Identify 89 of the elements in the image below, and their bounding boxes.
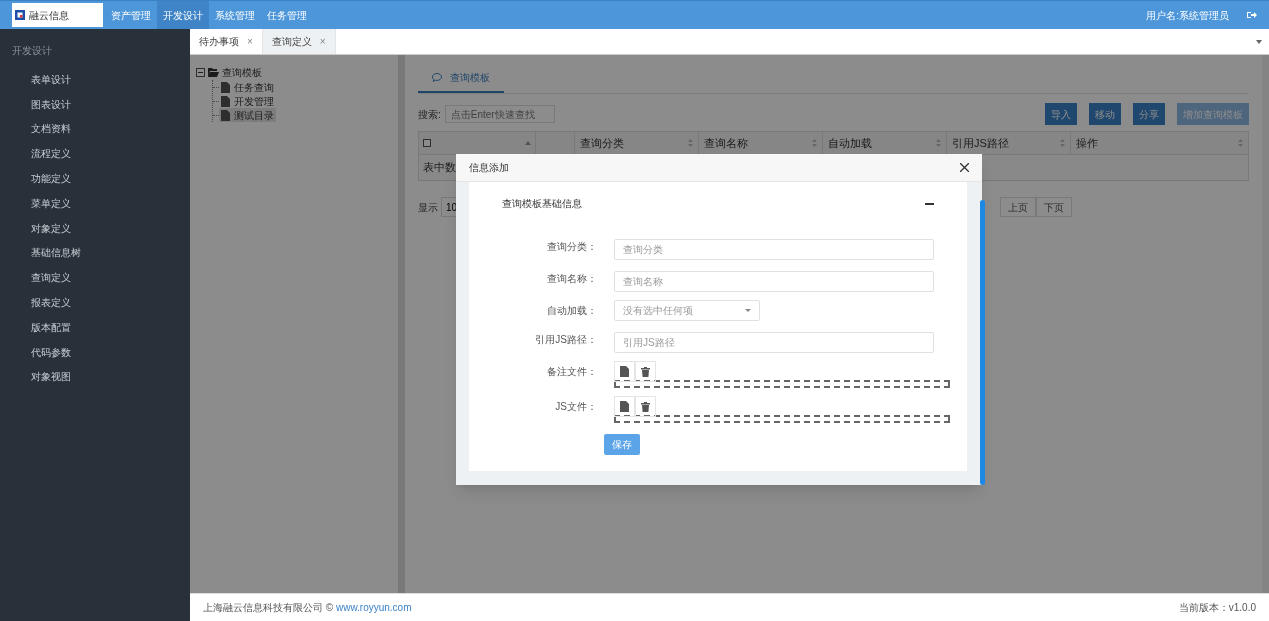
caret-icon <box>745 309 751 312</box>
toolbar-button[interactable]: 移动 <box>1089 103 1121 125</box>
search-label: 搜索: <box>418 107 441 122</box>
sidebar-item[interactable]: 文档资料 <box>0 116 71 142</box>
dropdown[interactable]: 没有选中任何项 <box>614 300 760 321</box>
input-field[interactable]: 引用JS路径 <box>614 332 934 353</box>
page-size-label: 显示 <box>418 200 438 215</box>
nav-tab[interactable]: 系统管理 <box>209 1 261 29</box>
nav-tab[interactable]: 任务管理 <box>261 1 313 29</box>
sort-icon <box>1060 139 1065 147</box>
trash-icon <box>641 401 650 412</box>
close-tab-button[interactable]: × <box>247 34 253 49</box>
sidebar-item[interactable]: 功能定义 <box>0 166 71 191</box>
sidebar-item[interactable]: 查询定义 <box>0 265 71 291</box>
tree-node[interactable]: 测试目录 <box>219 108 276 122</box>
close-tab-button[interactable]: × <box>319 34 326 49</box>
scrollbar[interactable] <box>980 200 985 485</box>
field-label: 查询名称： <box>546 272 597 286</box>
upload-button[interactable] <box>614 396 635 417</box>
file-icon <box>221 109 230 121</box>
empty-table-message: 表中数 <box>423 160 456 176</box>
sidebar-item[interactable]: 流程定义 <box>0 141 71 167</box>
column-header[interactable]: 操作 <box>1076 134 1098 152</box>
tree-node[interactable]: 查询模板 <box>222 65 262 80</box>
sidebar-item[interactable]: 表单设计 <box>0 67 71 92</box>
sidebar-item[interactable]: 代码参数 <box>0 339 71 365</box>
field-label: 引用JS路径： <box>534 333 597 347</box>
sort-icon <box>688 139 693 147</box>
delete-button[interactable] <box>635 361 656 382</box>
logout-button[interactable] <box>1247 11 1257 19</box>
close-button[interactable] <box>960 163 969 172</box>
caret-down-icon <box>1256 39 1262 44</box>
column-header[interactable]: 查询名称 <box>704 134 748 152</box>
sidebar-item[interactable]: 对象视图 <box>0 364 71 390</box>
pagination-button[interactable]: 下页 <box>1036 197 1072 217</box>
copyright-text: 上海融云信息科技有限公司 © www.royyun.com <box>203 601 412 615</box>
input-field[interactable]: 查询名称 <box>614 271 934 292</box>
sidebar-item[interactable]: 图表设计 <box>0 91 71 117</box>
dialog-title: 信息添加 <box>469 161 509 175</box>
toolbar-button[interactable]: 导入 <box>1045 103 1077 125</box>
field-label: 备注文件： <box>546 365 597 379</box>
logo: 融云信息 <box>12 3 103 27</box>
nav-tab[interactable]: 开发设计 <box>157 1 209 29</box>
version-text: 当前版本：v1.0.0 <box>1178 601 1256 615</box>
field-label: 查询分类： <box>546 240 597 254</box>
tree-node[interactable]: 开发管理 <box>219 94 276 108</box>
drop-zone[interactable] <box>614 380 950 388</box>
file-icon <box>620 366 629 377</box>
folder-icon <box>208 68 219 77</box>
tree-node[interactable]: 任务查询 <box>219 80 276 94</box>
column-header[interactable]: 自动加载 <box>828 134 872 152</box>
sort-arrow-icon <box>525 141 531 145</box>
panel-tab[interactable]: 查询模板 <box>418 70 504 93</box>
sort-icon <box>1238 139 1243 147</box>
file-icon <box>221 95 230 107</box>
logout-icon <box>1247 11 1257 19</box>
sidebar-item[interactable]: 对象定义 <box>0 215 71 241</box>
delete-button[interactable] <box>635 396 656 417</box>
search-field[interactable]: 点击Enter快速查找 <box>444 105 555 123</box>
sidebar-section-title: 开发设计 <box>11 44 52 58</box>
sort-icon <box>812 139 817 147</box>
file-icon <box>221 81 230 93</box>
comment-icon <box>432 73 442 82</box>
sidebar-item[interactable]: 版本配置 <box>0 314 71 340</box>
toolbar-button[interactable]: 分享 <box>1133 103 1165 125</box>
tab[interactable]: 查询定义 × <box>262 29 336 54</box>
close-icon <box>960 163 969 172</box>
pagination-button[interactable]: 上页 <box>1000 197 1036 217</box>
save-button[interactable]: 保存 <box>604 434 640 455</box>
drop-zone[interactable] <box>614 415 950 423</box>
column-header[interactable]: 查询分类 <box>580 134 624 152</box>
sidebar-item[interactable]: 基础信息树 <box>0 240 81 266</box>
logo-icon <box>15 10 25 20</box>
trash-icon <box>641 366 650 377</box>
website-link[interactable]: www.royyun.com <box>335 602 412 613</box>
sidebar-item[interactable]: 报表定义 <box>0 290 71 315</box>
sort-icon <box>936 139 941 147</box>
collapse-toggle[interactable] <box>196 68 205 77</box>
nav-tab[interactable]: 资产管理 <box>105 1 157 29</box>
upload-button[interactable] <box>614 361 635 382</box>
column-header[interactable]: 引用JS路径 <box>952 134 1009 152</box>
checkbox[interactable] <box>423 139 431 147</box>
section-title: 查询模板基础信息 <box>502 197 582 211</box>
sidebar-item[interactable]: 菜单定义 <box>0 191 71 216</box>
field-label: 自动加载： <box>546 304 597 318</box>
input-field[interactable]: 查询分类 <box>614 239 934 260</box>
file-icon <box>620 401 629 412</box>
username-text: 用户名:系统管理员 <box>1146 8 1229 23</box>
field-label: JS文件： <box>554 400 597 414</box>
